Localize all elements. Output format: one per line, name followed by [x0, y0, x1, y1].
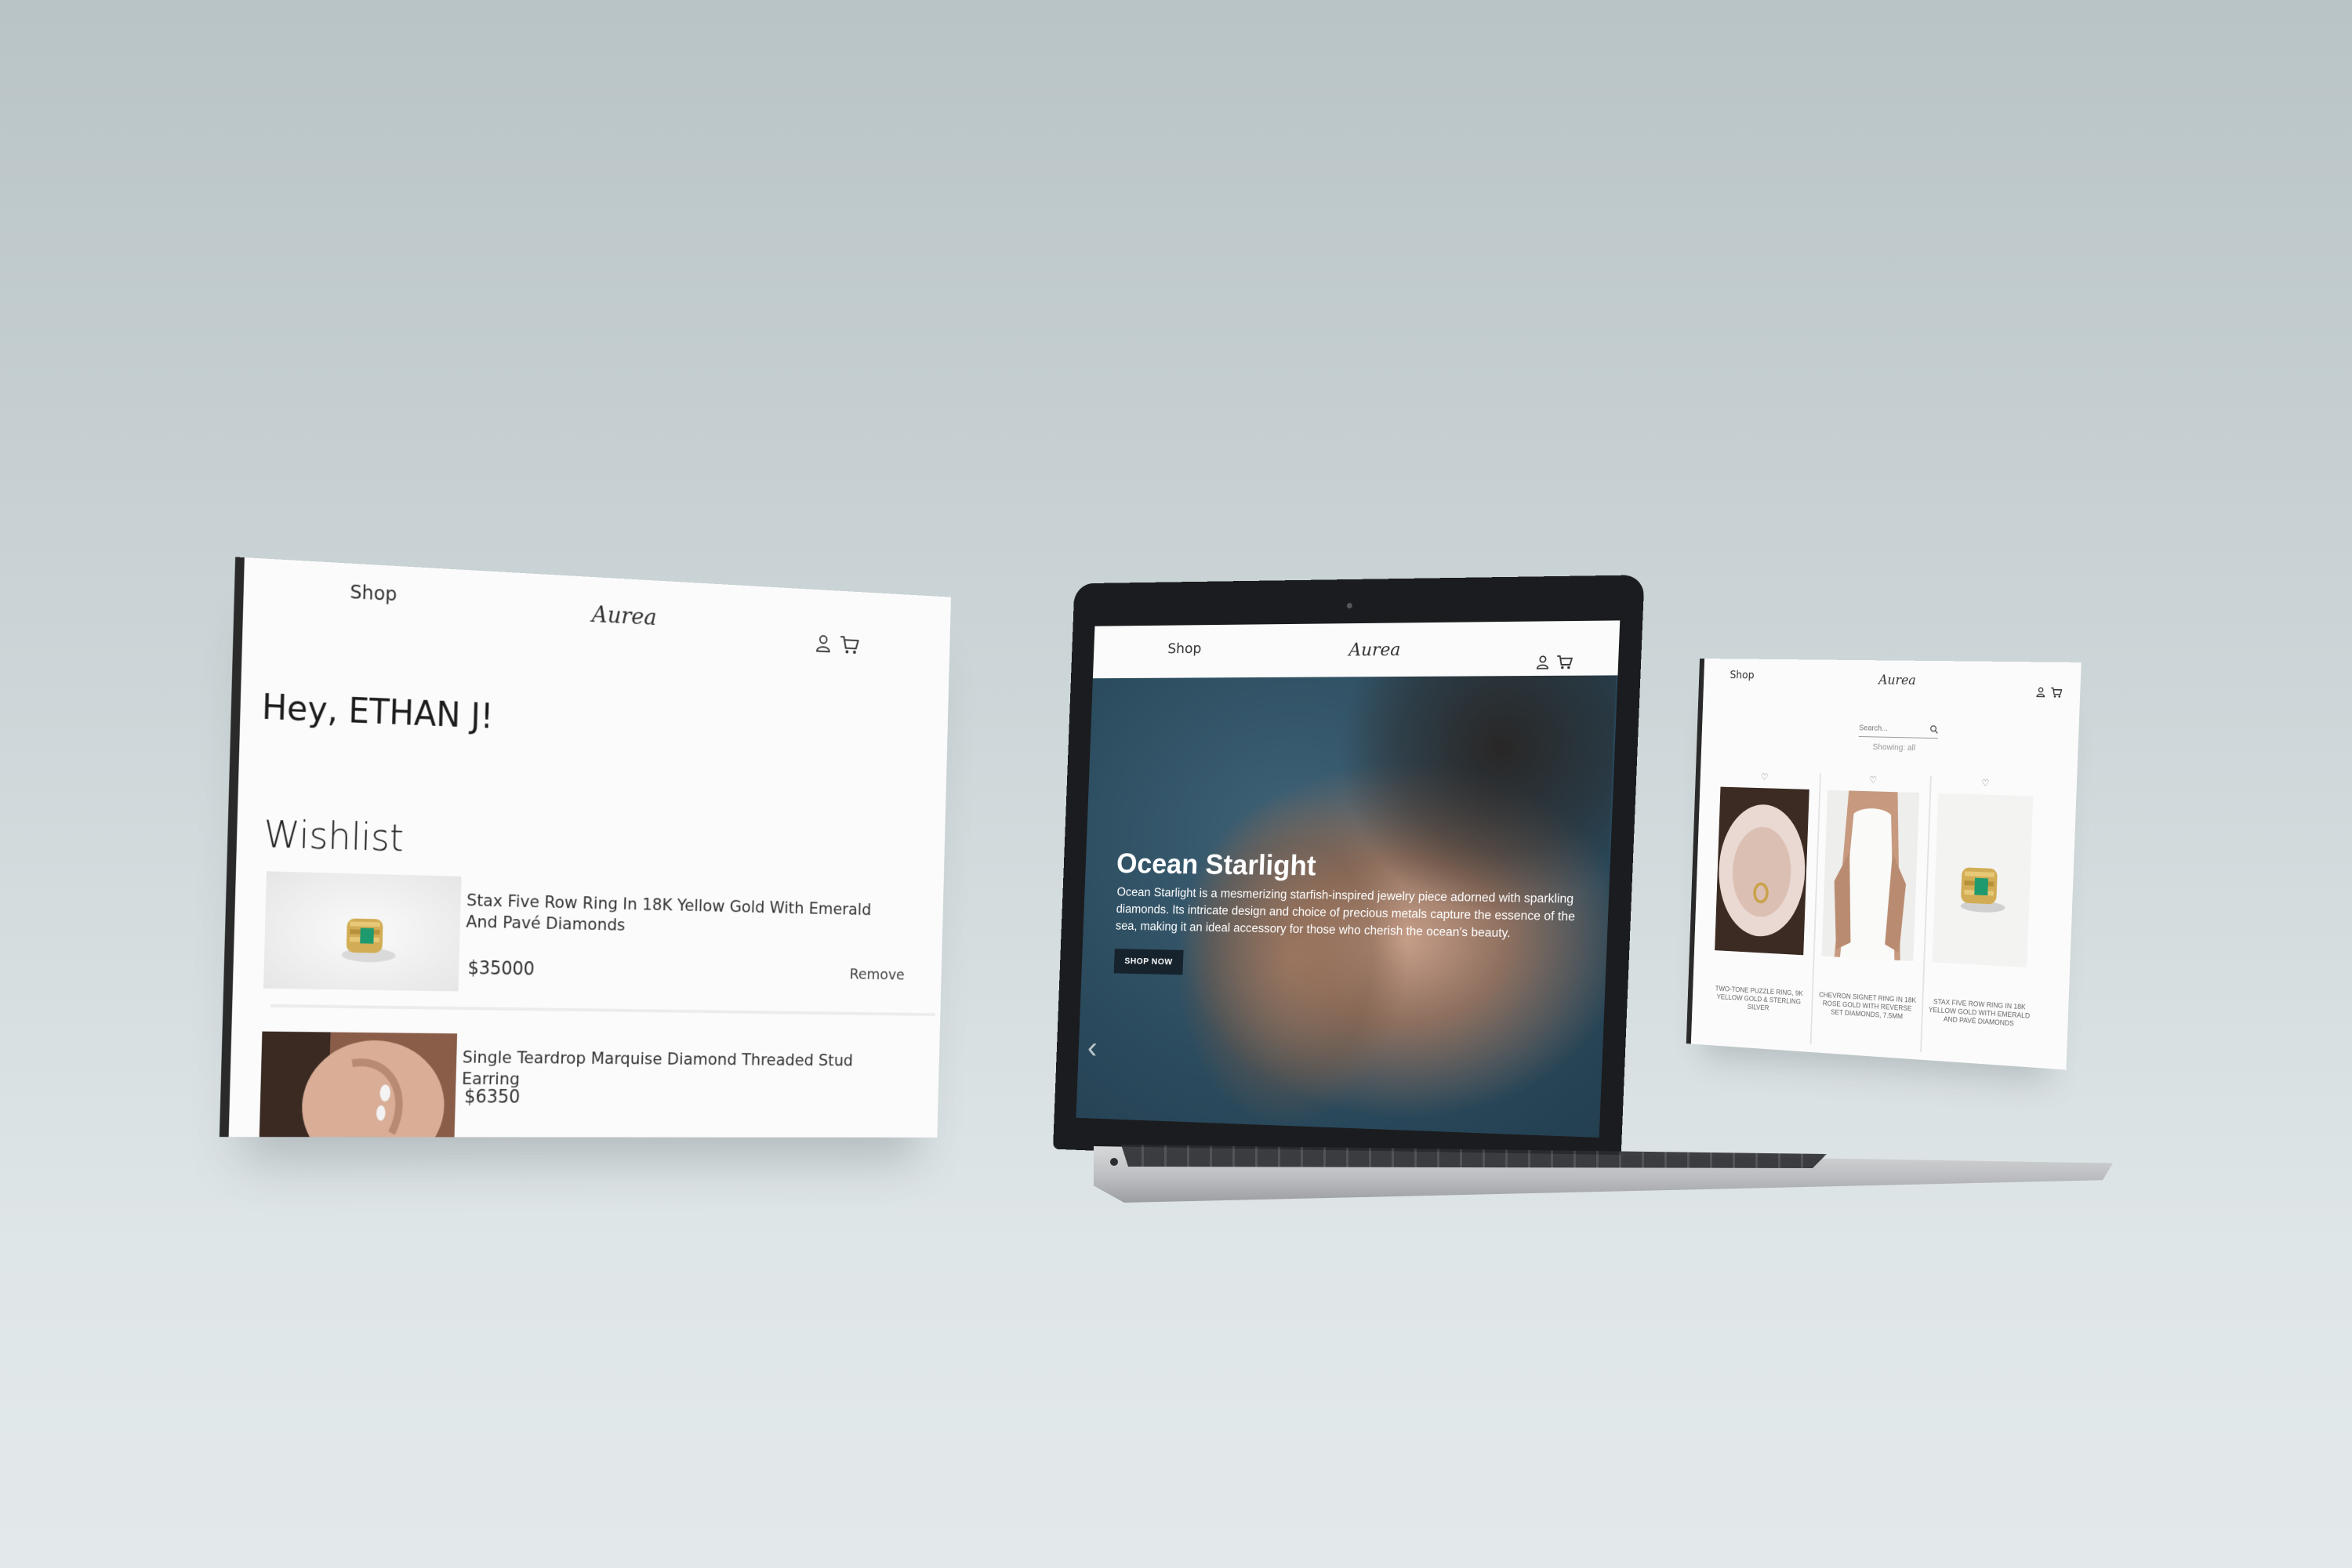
user-icon[interactable]	[1536, 655, 1549, 670]
search-input[interactable]	[1858, 720, 1925, 736]
nav-shop-link[interactable]: Shop	[1730, 670, 1754, 682]
wishlist-heading: Wishlist	[263, 812, 405, 861]
product-card[interactable]: ♡ CHEVRON SIGNET RING IN 18K ROSE GOLD W…	[1813, 773, 1932, 1053]
user-icon[interactable]	[815, 634, 831, 653]
earring-product-image[interactable]	[259, 1031, 458, 1138]
hero-title: Ocean Starlight	[1116, 847, 1317, 882]
product-image[interactable]	[1821, 789, 1920, 961]
wishlist-item-price: $6350	[463, 1085, 521, 1108]
divider	[270, 1004, 935, 1016]
brand-logo[interactable]: Aurea	[592, 601, 658, 631]
shop-now-button[interactable]: SHOP NOW	[1113, 949, 1184, 975]
nav-shop-link[interactable]: Shop	[1167, 641, 1202, 657]
laptop-screen: Shop Aurea Ocean Starlight Ocean Starlig…	[1076, 620, 1621, 1138]
showing-filter-label: Showing: all	[1872, 742, 1916, 753]
nav-shop-link[interactable]: Shop	[350, 580, 397, 605]
search-icon[interactable]	[1929, 724, 1939, 738]
shop-page-panel: Shop Aurea Showing: all ♡	[1686, 658, 2082, 1070]
heart-icon[interactable]: ♡	[1981, 778, 1990, 789]
wishlist-item-price: $35000	[467, 956, 535, 980]
remove-button[interactable]: Remove	[849, 965, 905, 984]
mockup-scene: Shop Aurea Hey, ETHAN J! Wishlist Stax F…	[0, 0, 2352, 1568]
ring-product-image[interactable]	[263, 871, 462, 992]
hero-banner: Ocean Starlight Ocean Starlight is a mes…	[1076, 675, 1618, 1138]
wishlist-item-name[interactable]: Stax Five Row Ring In 18K Yellow Gold Wi…	[466, 891, 889, 942]
product-name[interactable]: STAX FIVE ROW RING IN 18K YELLOW GOLD WI…	[1927, 997, 2031, 1029]
cart-icon[interactable]	[840, 635, 859, 655]
product-card[interactable]: ♡ TWO-TONE PUZZLE RING, 9K YELLOW GOLD &…	[1706, 770, 1821, 1045]
brand-logo[interactable]: Aurea	[1348, 641, 1401, 661]
heart-icon[interactable]: ♡	[1869, 775, 1877, 786]
camera-dot	[1346, 603, 1352, 609]
product-name[interactable]: TWO-TONE PUZZLE RING, 9K YELLOW GOLD & S…	[1710, 984, 1808, 1014]
wishlist-item-name[interactable]: Single Teardrop Marquise Diamond Threade…	[462, 1047, 886, 1093]
product-image[interactable]	[1715, 786, 1809, 956]
hero-description: Ocean Starlight is a mesmerizing starfis…	[1115, 885, 1576, 941]
product-card[interactable]: ♡ STAX FIVE ROW RING IN 18K YELLOW GOLD …	[1923, 776, 2045, 1060]
wishlist-page-panel: Shop Aurea Hey, ETHAN J! Wishlist Stax F…	[219, 557, 951, 1138]
wishlist-item[interactable]: Single Teardrop Marquise Diamond Threade…	[259, 1031, 934, 1138]
product-name[interactable]: CHEVRON SIGNET RING IN 18K ROSE GOLD WIT…	[1817, 991, 1918, 1022]
user-icon[interactable]	[2036, 687, 2045, 697]
search-bar[interactable]	[1858, 720, 1939, 739]
heart-icon[interactable]: ♡	[1761, 771, 1769, 782]
cart-icon[interactable]	[2050, 687, 2062, 698]
laptop-lid: Shop Aurea Ocean Starlight Ocean Starlig…	[1053, 575, 1645, 1173]
brand-logo[interactable]: Aurea	[1878, 673, 1916, 688]
product-image[interactable]	[1932, 793, 2034, 967]
cart-icon[interactable]	[1556, 655, 1573, 670]
wishlist-item[interactable]: Stax Five Row Ring In 18K Yellow Gold Wi…	[263, 871, 938, 1016]
laptop-indicator	[1110, 1158, 1118, 1166]
hero-image-hand	[1171, 793, 1414, 1127]
greeting-heading: Hey, ETHAN J!	[261, 687, 494, 737]
chevron-left-icon[interactable]: ‹	[1087, 1031, 1098, 1065]
